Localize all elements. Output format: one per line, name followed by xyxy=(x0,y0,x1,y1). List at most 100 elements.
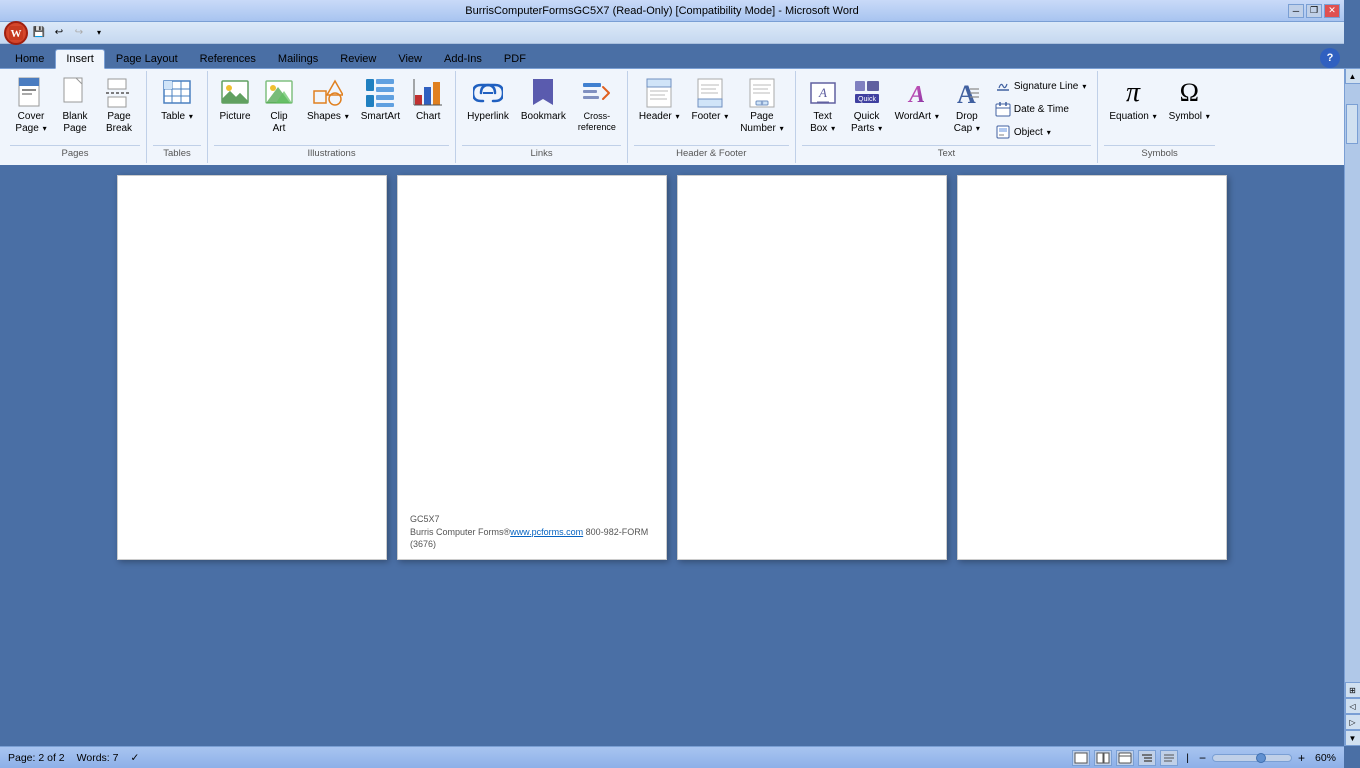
date-time-button[interactable]: Date & Time xyxy=(990,98,1092,120)
tab-page-layout[interactable]: Page Layout xyxy=(105,48,189,68)
page-break-label: PageBreak xyxy=(106,111,132,135)
header-footer-group: Header ▾ Footer ▾ xyxy=(628,71,796,163)
clip-art-button[interactable]: ClipArt xyxy=(258,73,300,139)
equation-label: Equation ▾ xyxy=(1109,111,1156,123)
help-button[interactable]: ? xyxy=(1320,48,1340,68)
zoom-level: 60% xyxy=(1315,752,1336,764)
full-screen-button[interactable] xyxy=(1094,750,1112,766)
undo-qa-button[interactable]: ↩ xyxy=(50,24,68,42)
scroll-prev-button[interactable]: ◁ xyxy=(1345,698,1360,714)
svg-text:W: W xyxy=(11,28,22,40)
text-small-buttons: Signature Line ▾ Date & Time xyxy=(990,73,1092,143)
chart-icon xyxy=(412,77,444,109)
symbol-button[interactable]: Ω Symbol ▾ xyxy=(1164,73,1215,127)
object-button[interactable]: Object ▾ xyxy=(990,121,1092,143)
tab-pdf[interactable]: PDF xyxy=(493,48,537,68)
tab-insert[interactable]: Insert xyxy=(55,49,105,69)
tab-review[interactable]: Review xyxy=(329,48,387,68)
scroll-thumb[interactable] xyxy=(1346,104,1358,144)
svg-text:Quick: Quick xyxy=(858,96,876,103)
page-number-label: PageNumber ▾ xyxy=(740,111,783,135)
equation-button[interactable]: π Equation ▾ xyxy=(1104,73,1161,127)
smartart-button[interactable]: SmartArt xyxy=(356,73,405,127)
save-qa-button[interactable]: 💾 xyxy=(30,24,48,42)
tab-home[interactable]: Home xyxy=(4,48,55,68)
quick-parts-label: QuickParts ▾ xyxy=(851,111,882,135)
symbols-group-label: Symbols xyxy=(1104,145,1214,161)
print-layout-button[interactable] xyxy=(1072,750,1090,766)
close-button[interactable]: ✕ xyxy=(1324,4,1340,18)
scroll-down-button[interactable]: ▼ xyxy=(1345,730,1360,746)
scroll-up-button[interactable]: ▲ xyxy=(1345,68,1360,84)
tab-references[interactable]: References xyxy=(189,48,267,68)
vertical-scrollbar[interactable]: ▲ ⊞ ◁ ▷ ▼ xyxy=(1344,68,1360,746)
drop-cap-button[interactable]: A DropCap ▾ xyxy=(946,73,988,139)
picture-button[interactable]: Picture xyxy=(214,73,256,127)
symbol-label: Symbol ▾ xyxy=(1169,111,1210,123)
date-time-icon xyxy=(995,101,1011,117)
pages-group: CoverPage ▾ BlankPage xyxy=(4,71,147,163)
footer-button[interactable]: Footer ▾ xyxy=(687,73,734,127)
zoom-in-button[interactable]: + xyxy=(1296,751,1307,765)
draft-button[interactable] xyxy=(1160,750,1178,766)
svg-text:A: A xyxy=(818,85,827,100)
page-break-icon xyxy=(103,77,135,109)
page-number-button[interactable]: # PageNumber ▾ xyxy=(735,73,788,139)
web-layout-button[interactable] xyxy=(1116,750,1134,766)
bookmark-icon xyxy=(527,77,559,109)
chart-label: Chart xyxy=(416,111,440,123)
illustrations-group: Picture ClipArt xyxy=(208,71,456,163)
chart-button[interactable]: Chart xyxy=(407,73,449,127)
signature-line-button[interactable]: Signature Line ▾ xyxy=(990,75,1092,97)
header-icon xyxy=(643,77,675,109)
page-2: GC5X7 Burris Computer Forms®www.pcforms.… xyxy=(397,175,667,560)
wordart-button[interactable]: A WordArt ▾ xyxy=(890,73,944,127)
drop-cap-icon: A xyxy=(951,77,983,109)
table-label: Table ▾ xyxy=(161,111,193,123)
cross-reference-icon xyxy=(581,77,613,109)
office-button[interactable]: W xyxy=(4,21,28,45)
zoom-out-button[interactable]: − xyxy=(1197,751,1208,765)
qa-dropdown-button[interactable]: ▾ xyxy=(90,24,108,42)
cross-reference-button[interactable]: Cross-reference xyxy=(573,73,621,137)
scroll-end-button[interactable]: ⊞ xyxy=(1345,682,1360,698)
cover-page-icon xyxy=(15,77,47,109)
text-box-icon: A xyxy=(807,77,839,109)
restore-button[interactable]: ❐ xyxy=(1306,4,1322,18)
shapes-icon xyxy=(312,77,344,109)
scroll-track[interactable] xyxy=(1345,84,1360,682)
illustrations-group-label: Illustrations xyxy=(214,145,449,161)
footer-link[interactable]: www.pcforms.com xyxy=(510,527,583,537)
smartart-icon xyxy=(364,77,396,109)
outline-button[interactable] xyxy=(1138,750,1156,766)
tab-add-ins[interactable]: Add-Ins xyxy=(433,48,493,68)
blank-page-button[interactable]: BlankPage xyxy=(54,73,96,139)
tab-mailings[interactable]: Mailings xyxy=(267,48,329,68)
shapes-button[interactable]: Shapes ▾ xyxy=(302,73,354,127)
zoom-slider[interactable] xyxy=(1212,754,1292,762)
text-box-button[interactable]: A TextBox ▾ xyxy=(802,73,844,139)
ribbon-content: CoverPage ▾ BlankPage xyxy=(0,68,1344,165)
title-text: BurrisComputerFormsGC5X7 (Read-Only) [Co… xyxy=(36,5,1288,17)
bookmark-button[interactable]: Bookmark xyxy=(516,73,571,127)
cross-reference-label: Cross-reference xyxy=(578,111,616,133)
page-2-footer: GC5X7 Burris Computer Forms®www.pcforms.… xyxy=(410,513,666,551)
zoom-slider-thumb[interactable] xyxy=(1256,753,1266,763)
svg-text:A: A xyxy=(957,80,976,109)
quick-parts-button[interactable]: Quick QuickParts ▾ xyxy=(846,73,888,139)
scroll-next-button[interactable]: ▷ xyxy=(1345,714,1360,730)
equation-icon: π xyxy=(1117,77,1149,109)
hyperlink-label: Hyperlink xyxy=(467,111,509,123)
minimize-button[interactable]: ─ xyxy=(1288,4,1304,18)
ribbon-tab-row: Home Insert Page Layout References Maili… xyxy=(0,44,1344,68)
cover-page-button[interactable]: CoverPage ▾ xyxy=(10,73,52,139)
redo-qa-button[interactable]: ↪ xyxy=(70,24,88,42)
tab-view[interactable]: View xyxy=(387,48,433,68)
hyperlink-button[interactable]: Hyperlink xyxy=(462,73,514,127)
table-button[interactable]: Table ▾ xyxy=(153,73,201,127)
proofing-icon[interactable]: ✓ xyxy=(130,752,139,764)
bookmark-label: Bookmark xyxy=(521,111,566,123)
clip-art-label: ClipArt xyxy=(270,111,287,135)
header-button[interactable]: Header ▾ xyxy=(634,73,685,127)
page-break-button[interactable]: PageBreak xyxy=(98,73,140,139)
